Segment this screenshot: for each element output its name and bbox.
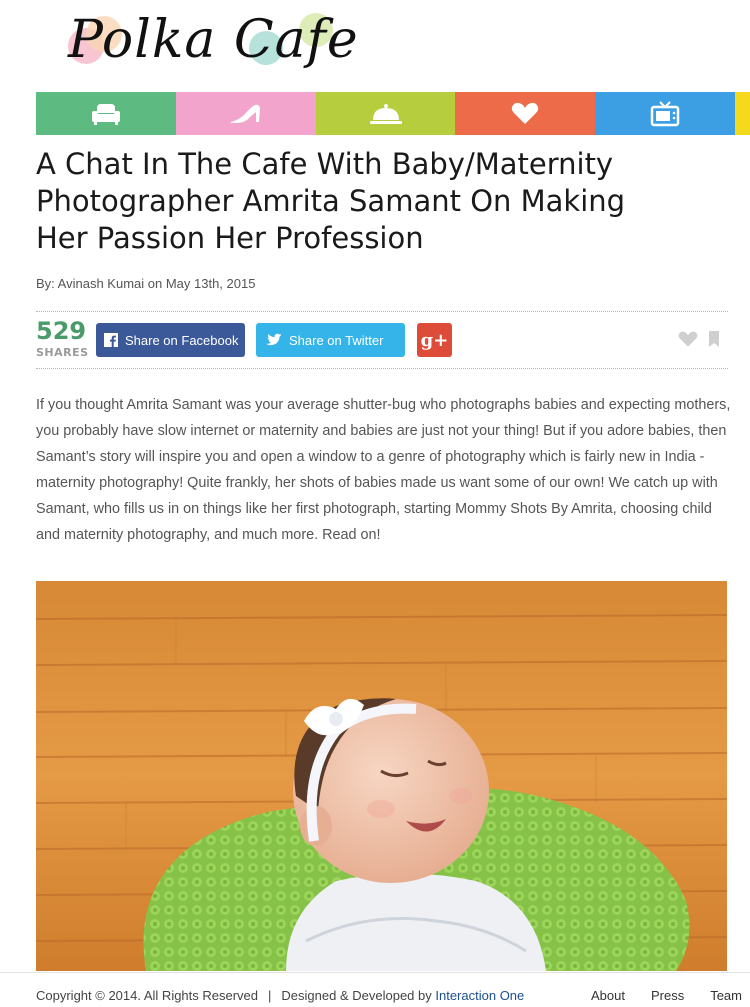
- heart-outline-icon: [678, 331, 698, 347]
- footer-nav: About Press Team: [565, 988, 742, 1003]
- share-facebook-label: Share on Facebook: [125, 332, 239, 348]
- footer-link-about[interactable]: About: [591, 988, 625, 1003]
- favorite-button[interactable]: [678, 331, 698, 353]
- footer-separator: |: [268, 988, 272, 1003]
- nav-category-home[interactable]: [36, 92, 176, 135]
- twitter-icon: [264, 333, 282, 348]
- share-googleplus-button[interactable]: g+: [417, 323, 452, 357]
- cloche-icon: [369, 103, 402, 124]
- share-twitter-label: Share on Twitter: [289, 332, 384, 348]
- share-count: 529 SHARES: [36, 318, 89, 359]
- heart-icon: [511, 102, 539, 124]
- divider-top: [36, 311, 728, 312]
- nav-category-fashion[interactable]: [176, 92, 316, 135]
- article-intro: If you thought Amrita Samant was your av…: [36, 397, 731, 543]
- bookmark-button[interactable]: [709, 331, 719, 352]
- bookmark-icon: [709, 331, 719, 347]
- google-plus-icon: g+: [420, 329, 449, 351]
- share-twitter-button[interactable]: Share on Twitter: [256, 323, 405, 357]
- tv-icon: [650, 100, 680, 126]
- logo-text: Polka Cafe: [68, 10, 359, 70]
- sofa-icon: [92, 103, 120, 125]
- nav-category-more[interactable]: [735, 92, 750, 135]
- copyright-text: Copyright © 2014. All Rights Reserved: [36, 988, 259, 1003]
- nav-category-entertainment[interactable]: [595, 92, 735, 135]
- article-byline: By: Avinash Kumai on May 13th, 2015: [36, 276, 256, 291]
- share-count-label: SHARES: [36, 346, 89, 359]
- share-count-number: 529: [36, 317, 87, 345]
- article-title: A Chat In The Cafe With Baby/Maternity P…: [36, 147, 626, 255]
- share-facebook-button[interactable]: Share on Facebook: [96, 323, 245, 357]
- footer-credits: Copyright © 2014. All Rights Reserved | De…: [36, 988, 524, 1003]
- category-nav: [36, 92, 750, 135]
- site-logo[interactable]: Polka Cafe: [48, 4, 358, 88]
- article-hero-image: [36, 581, 727, 971]
- site-footer: Copyright © 2014. All Rights Reserved | De…: [0, 972, 750, 1007]
- nav-category-food[interactable]: [316, 92, 455, 135]
- designer-link[interactable]: Interaction One: [435, 988, 524, 1003]
- footer-link-team[interactable]: Team: [710, 988, 742, 1003]
- high-heel-icon: [231, 104, 260, 123]
- facebook-icon: [104, 333, 118, 347]
- footer-link-press[interactable]: Press: [651, 988, 684, 1003]
- divider-bottom: [36, 368, 728, 369]
- nav-category-love[interactable]: [455, 92, 595, 135]
- designed-by-text: Designed & Developed by: [281, 988, 432, 1003]
